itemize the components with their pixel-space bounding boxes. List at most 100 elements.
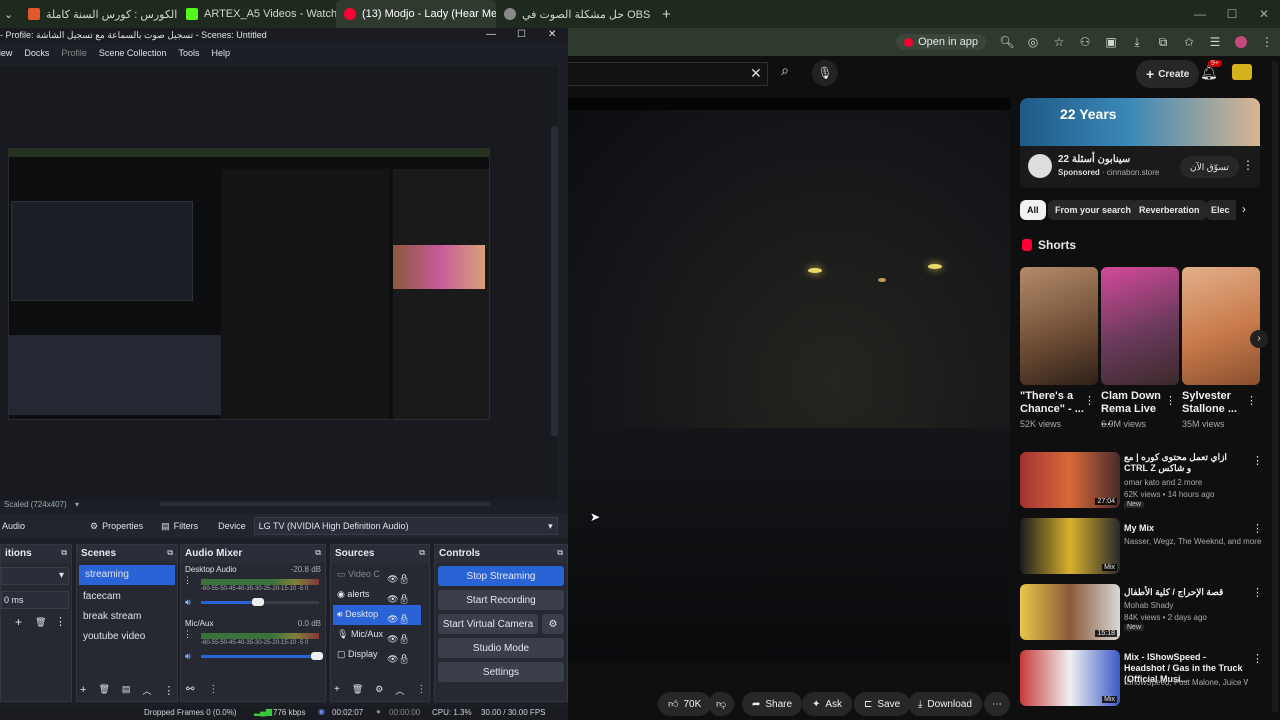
- chip-reverberation[interactable]: Reverberation: [1132, 200, 1207, 220]
- video-title[interactable]: ازاي تعمل محتوى كوره | مع CTRL Z و شاكس: [1124, 452, 1248, 474]
- video-title[interactable]: My Mix: [1124, 522, 1248, 535]
- search-input[interactable]: [568, 62, 768, 86]
- minimize-icon[interactable]: —: [1184, 0, 1216, 28]
- chevron-up-icon[interactable]: ︿: [142, 684, 151, 697]
- transition-select[interactable]: ▾: [1, 567, 69, 585]
- speaker-icon[interactable]: 🔊︎: [185, 597, 191, 608]
- filters-button[interactable]: ▤ Filters: [161, 521, 198, 532]
- menu-profile[interactable]: Profile: [61, 48, 87, 62]
- video-thumbnail[interactable]: Mix: [1020, 518, 1120, 574]
- more-options-icon[interactable]: ⋮: [163, 684, 174, 697]
- speaker-icon[interactable]: 🔊︎: [185, 651, 191, 662]
- start-virtual-camera-button[interactable]: Start Virtual Camera: [438, 614, 538, 634]
- ad-card[interactable]: 22 Years 22 سينابون أسئلة Sponsored · ci…: [1020, 98, 1260, 188]
- mic-icon[interactable]: 🎙︎: [812, 60, 838, 86]
- menu-scene-collection[interactable]: Scene Collection: [99, 48, 167, 62]
- trash-icon[interactable]: 🗑︎: [35, 617, 46, 628]
- reading-list-icon[interactable]: ☰: [1204, 31, 1226, 53]
- video-channel[interactable]: Mohab Shady: [1124, 600, 1173, 611]
- close-window-icon[interactable]: ✕: [1248, 0, 1280, 28]
- short-thumbnail[interactable]: [1182, 267, 1260, 385]
- more-options-icon[interactable]: ⋮: [208, 684, 218, 695]
- dislike-button[interactable]: 👎︎: [708, 692, 735, 716]
- scrollbar[interactable]: [1272, 62, 1278, 712]
- more-options-icon[interactable]: ⋮: [1252, 454, 1263, 467]
- more-options-icon[interactable]: ⋮: [416, 684, 426, 697]
- settings-button[interactable]: Settings: [438, 662, 564, 682]
- properties-button[interactable]: ⚙ Properties: [90, 521, 143, 532]
- more-options-icon[interactable]: ⋮: [1242, 158, 1254, 172]
- short-title[interactable]: "There's a Chance" - ...: [1020, 390, 1084, 416]
- volume-knob[interactable]: [251, 598, 264, 606]
- more-options-icon[interactable]: ⋮: [1252, 586, 1263, 599]
- gear-icon[interactable]: ⚙: [375, 684, 383, 697]
- short-thumbnail[interactable]: [1020, 267, 1098, 385]
- dock-icon[interactable]: ⧉: [315, 548, 321, 558]
- add-icon[interactable]: +: [80, 684, 86, 697]
- translate-icon[interactable]: ⧉: [1152, 31, 1174, 53]
- create-button[interactable]: + Create: [1136, 60, 1200, 88]
- chip-from-your-search[interactable]: From your search: [1048, 200, 1139, 220]
- short-thumbnail[interactable]: [1101, 267, 1179, 385]
- link-icon[interactable]: ⚯: [186, 684, 194, 695]
- puzzle-icon[interactable]: ▣: [1100, 31, 1122, 53]
- chevron-up-icon[interactable]: ︿: [395, 684, 404, 697]
- extension-icon[interactable]: ⚇: [1074, 31, 1096, 53]
- preview-hscrollbar[interactable]: [160, 502, 490, 506]
- studio-mode-button[interactable]: Studio Mode: [438, 638, 564, 658]
- tab-course[interactable]: صفحة الكورس : كورس السنة كاملة ✕: [20, 0, 178, 28]
- dock-icon[interactable]: ⧉: [557, 548, 563, 558]
- dock-icon[interactable]: ⧉: [419, 548, 425, 558]
- dropdown-arrow-icon[interactable]: ▾: [75, 500, 79, 509]
- save-button[interactable]: ⊏ Save: [854, 692, 911, 716]
- tab-search-icon[interactable]: ⌄: [0, 0, 20, 28]
- chevron-right-icon[interactable]: ›: [1250, 330, 1268, 348]
- stop-streaming-button[interactable]: Stop Streaming: [438, 566, 564, 586]
- video-title[interactable]: قصة الإحراج / كلية الأطفال: [1124, 586, 1248, 599]
- scene-item[interactable]: youtube video: [77, 627, 177, 647]
- scene-item[interactable]: break stream: [77, 607, 177, 627]
- duration-input[interactable]: 0 ms: [1, 591, 69, 609]
- maximize-icon[interactable]: ☐: [1216, 0, 1248, 28]
- more-options-icon[interactable]: ⋮: [1246, 394, 1257, 407]
- more-options-icon[interactable]: ⋮: [1252, 652, 1263, 665]
- ask-button[interactable]: ✦ Ask: [802, 692, 853, 716]
- open-in-app-button[interactable]: Open in app: [896, 34, 986, 50]
- avatar[interactable]: [1232, 64, 1252, 80]
- dock-icon[interactable]: ⧉: [167, 548, 173, 558]
- video-thumbnail[interactable]: 15:18: [1020, 584, 1120, 640]
- filter-icon[interactable]: ▤: [122, 684, 131, 697]
- trash-icon[interactable]: 🗑︎: [98, 684, 109, 697]
- menu-docks[interactable]: Docks: [24, 48, 49, 62]
- more-options-icon[interactable]: ⋮: [1252, 522, 1263, 535]
- visibility-icons[interactable]: 👁︎🔒︎ 👁︎🔒︎ 👁︎🔒︎ 👁︎🔒︎ 👁︎🔒︎: [387, 569, 410, 669]
- menu-help[interactable]: Help: [211, 48, 230, 62]
- volume-slider[interactable]: [201, 652, 323, 660]
- short-title[interactable]: Sylvester Stallone ...: [1182, 390, 1246, 416]
- download-button[interactable]: ⤓ Download: [908, 692, 982, 716]
- more-actions-button[interactable]: ⋯: [984, 692, 1010, 716]
- tab-kick[interactable]: ARTEX_A5 Videos - Watch On- ✕: [178, 0, 336, 28]
- preview-canvas[interactable]: [0, 66, 558, 506]
- video-channel[interactable]: Nasser, Wegz, The Weeknd, and more: [1124, 536, 1261, 547]
- video-player[interactable]: ➤: [568, 98, 1010, 662]
- bookmark-star-icon[interactable]: ☆: [1048, 31, 1070, 53]
- clear-search-icon[interactable]: ✕: [750, 65, 762, 82]
- tab-obs-help[interactable]: حل مشكلة الصوت في OBS ✕: [496, 0, 654, 28]
- favorites-icon[interactable]: ✩: [1178, 31, 1200, 53]
- menu-icon[interactable]: ⋮: [1256, 31, 1278, 53]
- zoom-icon[interactable]: 🔍︎: [996, 31, 1018, 53]
- scene-item[interactable]: facecam: [77, 587, 177, 607]
- dock-icon[interactable]: ⧉: [61, 548, 67, 558]
- virtual-camera-settings-icon[interactable]: ⚙: [542, 614, 564, 634]
- more-options-icon[interactable]: ⋮: [183, 629, 192, 640]
- more-options-icon[interactable]: ⋮: [1084, 394, 1095, 407]
- scene-item[interactable]: streaming: [79, 565, 175, 585]
- tab-youtube[interactable]: (13) Modjo - Lady (Hear Me To ✕: [336, 0, 496, 28]
- chevron-right-icon[interactable]: ›: [1242, 202, 1246, 216]
- search-icon[interactable]: ⌕: [773, 62, 797, 86]
- video-channel[interactable]: omar kato and 2 more: [1124, 477, 1202, 488]
- profile-icon[interactable]: [1230, 31, 1252, 53]
- volume-knob[interactable]: [310, 652, 323, 660]
- download-icon[interactable]: ⤓: [1126, 31, 1148, 53]
